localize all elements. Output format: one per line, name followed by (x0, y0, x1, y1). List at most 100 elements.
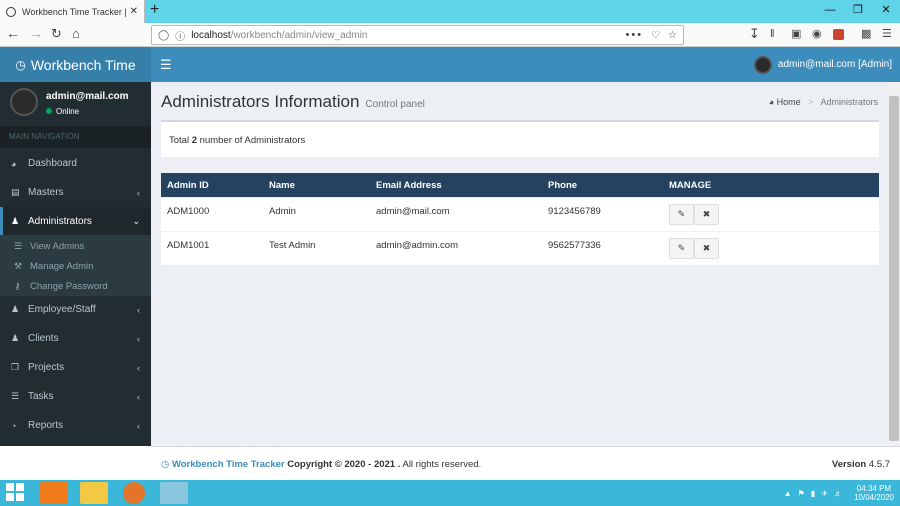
tasks-icon: ☰ (11, 391, 20, 401)
submenu-item-label: Manage Admin (30, 260, 94, 272)
home-icon[interactable]: ⌂ (72, 27, 80, 41)
sidebar-item-label: Projects (28, 362, 65, 373)
top-navbar: ☰ admin@mail.com [Admin] (151, 47, 900, 82)
breadcrumb-current: Administrators (820, 97, 878, 107)
page-footer: ◷ Workbench Time Tracker Copyright © 202… (151, 446, 900, 480)
avatar (10, 88, 38, 116)
minimize-icon[interactable]: — (816, 0, 844, 23)
new-tab-button[interactable]: + (150, 1, 159, 19)
user-name: admin@mail.com (46, 91, 129, 102)
breadcrumb-home[interactable]: Home (777, 97, 801, 107)
delete-button[interactable]: ✖ (694, 238, 719, 259)
library-icon[interactable]: ‖ (770, 27, 775, 41)
cell-name: Test Admin (269, 240, 316, 251)
account-icon[interactable]: ◉ (812, 27, 822, 41)
sidebar: admin@mail.com Online MAIN NAVIGATION ◕ … (0, 82, 151, 446)
chevron-left-icon: ‹ (137, 362, 140, 373)
firefox-icon[interactable] (123, 482, 145, 504)
windows-start-icon[interactable] (6, 483, 26, 503)
content-area: Administrators Information Control panel … (151, 82, 888, 446)
user-panel: admin@mail.com Online (0, 82, 151, 126)
url-bar[interactable]: ◯ ⓘ localhost/workbench/admin/view_admin… (151, 25, 684, 45)
window-controls: — ❐ ✕ (816, 0, 900, 23)
back-icon[interactable]: ← (6, 26, 20, 40)
total-count: 2 (191, 135, 198, 146)
submenu-item-label: Change Password (30, 280, 108, 292)
volume-icon[interactable]: ♬ (834, 489, 842, 498)
column-header: Name (269, 180, 295, 191)
administrators-submenu: ☰ View Admins ⚒ Manage Admin ⚷ Change Pa… (0, 235, 151, 296)
user-menu-label: admin@mail.com [Admin] (777, 59, 892, 70)
footer-rights: All rights reserved. (402, 459, 482, 470)
delete-button[interactable]: ✖ (694, 204, 719, 225)
user-menu[interactable]: admin@mail.com [Admin] (753, 47, 892, 82)
submenu-item-change-password[interactable]: ⚷ Change Password (0, 276, 151, 296)
url-host: localhost (191, 29, 231, 41)
pocket-icon[interactable]: ♡ (651, 30, 660, 41)
extension-icon[interactable] (833, 29, 844, 40)
sidebar-item-clients[interactable]: ♟ Clients ‹ (0, 324, 151, 353)
chevron-left-icon: ‹ (137, 391, 140, 402)
table-row: ADM1000 Admin admin@mail.com 9123456789 … (161, 197, 879, 231)
addons-icon[interactable]: ▩ (861, 27, 871, 41)
tab-title: Workbench Time Tracker | Das (22, 6, 126, 17)
page-title-text: Administrators Information (161, 92, 360, 111)
windows-taskbar: ▲ ⚑ ▮ ✈ ♬ 04:34 PM 10/04/2020 (0, 480, 900, 506)
airplane-icon[interactable]: ✈ (821, 489, 828, 498)
sidebar-item-projects[interactable]: ❐ Projects ‹ (0, 353, 151, 382)
user-status: Online (46, 107, 79, 116)
close-window-icon[interactable]: ✕ (872, 0, 900, 23)
tab-close-icon[interactable]: ✕ (130, 6, 138, 17)
edit-button[interactable]: ✎ (669, 204, 694, 225)
browser-tab-bar: Workbench Time Tracker | Das ✕ + — ❐ ✕ (0, 0, 900, 23)
avatar (753, 55, 772, 74)
user-status-text: Online (56, 107, 80, 116)
file-explorer-icon[interactable] (80, 482, 108, 504)
reload-icon[interactable]: ↻ (51, 27, 62, 41)
sidebar-item-reports[interactable]: ◔ Reports ‹ (0, 411, 151, 440)
scrollbar-thumb[interactable] (889, 96, 899, 441)
sidebar-item-dashboard[interactable]: ◕ Dashboard (0, 149, 151, 178)
edit-button[interactable]: ✎ (669, 238, 694, 259)
reader-icon[interactable]: ▣ (791, 27, 801, 41)
sidebar-item-label: Reports (28, 420, 64, 431)
table-row: ADM1001 Test Admin admin@admin.com 95625… (161, 231, 879, 265)
chevron-left-icon: ‹ (137, 187, 140, 198)
sidebar-item-label: Administrators (28, 216, 92, 227)
sidebar-item-tasks[interactable]: ☰ Tasks ‹ (0, 382, 151, 411)
cell-name: Admin (269, 206, 296, 217)
page-subtitle: Control panel (365, 99, 425, 110)
page-actions-icon[interactable]: ••• (626, 29, 644, 41)
bookmark-star-icon[interactable]: ☆ (668, 30, 677, 41)
online-dot-icon (46, 108, 52, 114)
submenu-item-manage-admin[interactable]: ⚒ Manage Admin (0, 256, 151, 276)
cell-phone: 9123456789 (548, 206, 601, 217)
browser-tab[interactable]: Workbench Time Tracker | Das ✕ (0, 0, 145, 23)
key-icon: ⚷ (14, 280, 21, 291)
tray-arrow-icon[interactable]: ▲ (784, 489, 792, 498)
restore-icon[interactable]: ❐ (844, 0, 872, 23)
version-label: Version (831, 459, 867, 470)
battery-icon[interactable]: ▮ (811, 489, 815, 498)
logo-text: Workbench Time (30, 56, 136, 73)
sidebar-item-administrators[interactable]: ♟ Administrators ⌄ (0, 207, 151, 236)
taskbar-clock[interactable]: 04:34 PM 10/04/2020 (854, 484, 894, 502)
app-logo[interactable]: ◷ Workbench Time (0, 47, 151, 82)
sidebar-item-employee-staff[interactable]: ♟ Employee/Staff ‹ (0, 295, 151, 324)
submenu-item-view-admins[interactable]: ☰ View Admins (0, 236, 151, 256)
admins-table: Admin ID Name Email Address Phone MANAGE… (161, 173, 879, 265)
sidebar-item-masters[interactable]: ▤ Masters ‹ (0, 178, 151, 207)
xampp-icon[interactable] (40, 482, 68, 504)
paint-icon[interactable] (160, 482, 188, 504)
breadcrumb: ◕ Home > Administrators (769, 97, 878, 107)
clock-icon: ◷ (15, 57, 26, 72)
forward-icon[interactable]: → (29, 26, 43, 40)
total-count-box: Total 2 number of Administrators (161, 120, 879, 157)
column-header: Admin ID (167, 180, 209, 191)
flag-icon[interactable]: ⚑ (798, 489, 805, 498)
footer-brand[interactable]: Workbench Time Tracker (172, 459, 285, 470)
hamburger-icon[interactable]: ☰ (160, 57, 172, 73)
menu-icon[interactable]: ☰ (882, 27, 892, 41)
clock-date: 10/04/2020 (853, 493, 894, 502)
download-icon[interactable]: ↧ (749, 27, 760, 41)
